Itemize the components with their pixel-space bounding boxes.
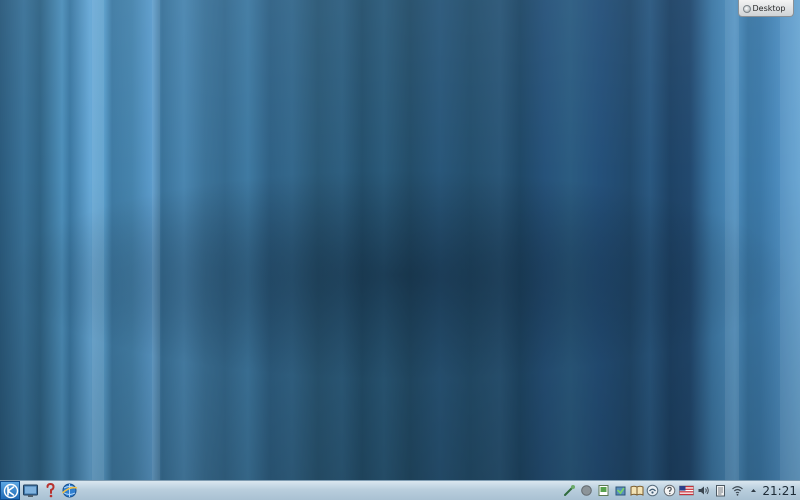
wallpaper-streak — [152, 0, 160, 480]
klipper-icon — [564, 485, 575, 496]
tray-network-manager[interactable] — [646, 484, 659, 497]
package-updates-icon — [615, 486, 626, 496]
volume-icon — [698, 486, 709, 495]
tray-wifi[interactable] — [731, 484, 744, 497]
wallpaper-streak — [780, 0, 800, 480]
wifi-icon — [732, 486, 743, 496]
bottom-panel: 21:21 — [0, 480, 800, 500]
tray-keyboard-layout[interactable] — [679, 484, 694, 497]
tray-clipboard[interactable] — [714, 484, 727, 497]
clipboard-icon — [716, 485, 725, 497]
help-icon — [46, 482, 55, 498]
wallpaper-streak — [92, 0, 104, 480]
help-center-icon — [663, 484, 676, 497]
desktop-toolbox-button[interactable]: Desktop — [738, 0, 794, 17]
application-launcher-button[interactable] — [0, 481, 20, 500]
status-dot-icon — [581, 485, 592, 496]
cashew-icon — [743, 5, 751, 13]
tray-status[interactable] — [580, 484, 593, 497]
desktop-wallpaper[interactable] — [0, 0, 800, 500]
show-desktop-icon — [23, 484, 38, 497]
tray-expand-button[interactable] — [749, 484, 758, 497]
wallpaper-streak — [725, 0, 739, 480]
help-button[interactable] — [42, 482, 59, 499]
network-manager-icon — [646, 484, 659, 497]
desktop-toolbox-label: Desktop — [752, 3, 786, 13]
digital-clock[interactable]: 21:21 — [762, 482, 797, 500]
tray-package-updates[interactable] — [614, 484, 627, 497]
notes-icon — [598, 485, 609, 496]
tray-help-center[interactable] — [663, 484, 676, 497]
keyboard-layout-us-flag-icon — [679, 485, 694, 496]
web-browser-button[interactable] — [61, 482, 78, 499]
tray-volume[interactable] — [697, 484, 710, 497]
tray-klipper[interactable] — [563, 484, 576, 497]
tray-expand-arrow-icon — [751, 489, 756, 492]
show-desktop-button[interactable] — [22, 482, 39, 499]
web-browser-icon — [61, 483, 78, 498]
tray-notes[interactable] — [597, 484, 610, 497]
kde-menu-icon — [3, 483, 19, 499]
tray-dictionary[interactable] — [630, 484, 644, 497]
dictionary-icon — [630, 485, 644, 496]
